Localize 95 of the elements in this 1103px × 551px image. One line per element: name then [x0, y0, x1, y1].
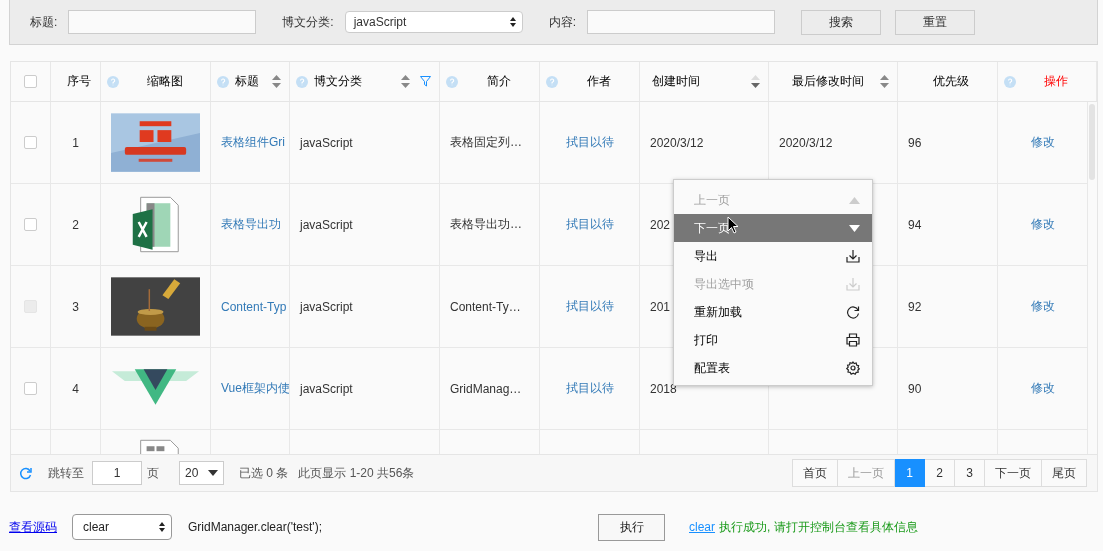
table-cell: 202	[650, 217, 671, 232]
search-button[interactable]: 搜索	[801, 9, 882, 35]
code-text: GridManager.clear('test');	[188, 520, 323, 534]
jump-label: 跳转至	[48, 464, 84, 482]
column-header[interactable]: 标题	[235, 73, 266, 90]
column-header[interactable]: 博文分类	[314, 73, 395, 90]
category-select[interactable]: javaScript	[344, 11, 523, 33]
edit-link[interactable]: 修改	[1030, 134, 1055, 151]
table-cell: 表格固定列…	[450, 134, 522, 151]
menu-item[interactable]: 重新加载	[674, 298, 872, 326]
row-number: 3	[72, 299, 79, 314]
reset-button[interactable]: 重置	[895, 9, 976, 35]
column-header: 简介	[485, 73, 512, 90]
row-number: 1	[72, 135, 79, 150]
field-label: 标题:	[30, 13, 58, 31]
sort-icon[interactable]	[401, 75, 410, 88]
help-icon[interactable]	[546, 75, 558, 88]
help-icon[interactable]	[1004, 75, 1016, 88]
refresh-icon[interactable]	[19, 466, 32, 480]
help-icon[interactable]	[217, 75, 229, 88]
table-cell: javaScript	[300, 135, 353, 150]
sort-icon[interactable]	[751, 75, 760, 88]
printer-icon	[846, 333, 860, 347]
table-cell: 96	[908, 135, 922, 150]
download-icon	[846, 277, 860, 291]
checkbox[interactable]	[24, 218, 37, 231]
table-cell: Content-Ty…	[450, 299, 521, 314]
table-cell: GridManag…	[450, 381, 522, 396]
author-link[interactable]: 拭目以待	[565, 380, 614, 397]
author-link[interactable]: 拭目以待	[565, 216, 614, 233]
help-icon[interactable]	[107, 75, 119, 88]
input-field[interactable]	[68, 10, 257, 34]
caret-icon	[208, 470, 218, 476]
refresh-icon	[846, 305, 860, 319]
table-cell: 2020/3/12	[650, 135, 704, 150]
page-button[interactable]: 下一页	[985, 459, 1042, 487]
title-link[interactable]: 表格导出功	[221, 216, 281, 233]
page-button[interactable]: 2	[925, 459, 955, 487]
help-icon[interactable]	[296, 75, 308, 88]
table-cell: javaScript	[300, 299, 353, 314]
page-unit: 页	[147, 464, 159, 482]
table-cell: 2020/3/12	[779, 135, 833, 150]
menu-item[interactable]: 配置表	[674, 354, 872, 382]
input-field[interactable]	[587, 10, 776, 34]
sort-icon[interactable]	[880, 75, 889, 88]
column-header: 操作	[1043, 73, 1069, 90]
menu-item[interactable]: 导出	[674, 242, 872, 270]
table-cell: 表格导出功…	[450, 216, 522, 233]
menu-item[interactable]: 打印	[674, 326, 872, 354]
result-message: 执行成功, 请打开控制台查看具体信息	[719, 518, 918, 536]
row-number: 2	[72, 217, 79, 232]
row-number: 4	[72, 381, 79, 396]
method-select[interactable]: clear	[72, 514, 172, 540]
range-info: 此页显示 1-20 共56条	[298, 464, 415, 482]
checkbox[interactable]	[24, 382, 37, 395]
title-link[interactable]: Vue框架内使	[221, 380, 289, 397]
edit-link[interactable]: 修改	[1030, 216, 1055, 233]
column-header: 优先级	[931, 73, 970, 90]
checkbox[interactable]	[24, 75, 37, 88]
author-link[interactable]: 拭目以待	[565, 134, 614, 151]
filter-icon[interactable]	[420, 76, 431, 87]
table-cell: javaScript	[300, 381, 353, 396]
column-header: 序号	[65, 73, 92, 90]
sort-icon[interactable]	[272, 75, 281, 88]
updown-icon	[159, 522, 165, 532]
cursor-icon	[727, 216, 739, 234]
triangle-down-icon	[849, 224, 860, 232]
field-label: 博文分类:	[282, 13, 334, 31]
table-cell: javaScript	[300, 217, 353, 232]
column-header: 缩略图	[145, 73, 184, 90]
run-button[interactable]: 执行	[598, 513, 665, 541]
page-input[interactable]: 1	[92, 461, 142, 485]
updown-icon	[509, 17, 516, 27]
menu-item[interactable]: 下一页	[674, 214, 872, 242]
column-header[interactable]: 最后修改时间	[781, 73, 874, 90]
page-size-select[interactable]: 20	[179, 461, 224, 485]
help-icon[interactable]	[446, 75, 458, 88]
gear-icon	[846, 361, 860, 375]
table-cell: 90	[908, 381, 922, 396]
field-label: 内容:	[548, 13, 577, 31]
column-header[interactable]: 创建时间	[652, 73, 745, 90]
edit-link[interactable]: 修改	[1030, 380, 1055, 397]
checkbox[interactable]	[24, 136, 37, 149]
source-link[interactable]: 查看源码	[9, 518, 57, 536]
page-button[interactable]: 尾页	[1042, 459, 1087, 487]
table-cell: 201	[650, 299, 671, 314]
title-link[interactable]: 表格组件Gri	[221, 134, 285, 151]
table-cell: 94	[908, 217, 922, 232]
selected-info: 已选 0 条	[239, 464, 289, 482]
download-icon	[846, 249, 860, 263]
page-button[interactable]: 3	[955, 459, 985, 487]
triangle-up-icon	[849, 196, 860, 204]
table-cell: 92	[908, 299, 922, 314]
column-header: 作者	[585, 73, 612, 90]
page-button[interactable]: 首页	[792, 459, 838, 487]
